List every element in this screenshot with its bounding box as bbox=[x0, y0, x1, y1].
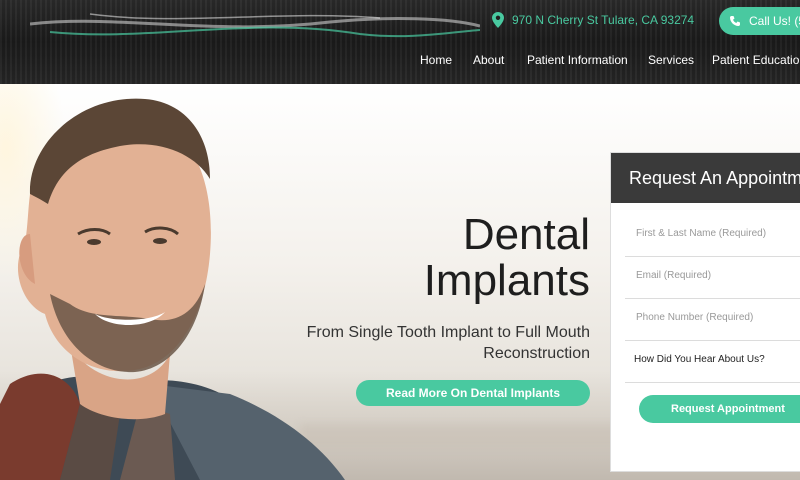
call-button[interactable]: Call Us! (5 bbox=[719, 7, 800, 35]
appointment-form: Request An Appointment First & Last Name… bbox=[610, 152, 800, 472]
address-link[interactable]: 970 N Cherry St Tulare, CA 93274 bbox=[492, 12, 694, 28]
referral-label: How Did You Hear About Us? bbox=[634, 354, 765, 365]
site-header: 970 N Cherry St Tulare, CA 93274 Call Us… bbox=[0, 0, 800, 84]
hero-title-line1: Dental bbox=[462, 210, 590, 259]
request-appointment-button[interactable]: Request Appointment bbox=[639, 395, 800, 423]
referral-select[interactable]: How Did You Hear About Us? bbox=[625, 342, 800, 383]
hero-portrait-image bbox=[0, 84, 345, 480]
form-heading: Request An Appointment bbox=[611, 153, 800, 203]
address-text: 970 N Cherry St Tulare, CA 93274 bbox=[512, 13, 695, 27]
hero-background-blur bbox=[300, 424, 620, 450]
logo-swoosh[interactable] bbox=[30, 6, 480, 40]
nav-services[interactable]: Services bbox=[648, 53, 694, 67]
nav-about[interactable]: About bbox=[473, 53, 504, 67]
nav-home[interactable]: Home bbox=[420, 53, 452, 67]
phone-placeholder: Phone Number (Required) bbox=[636, 312, 754, 323]
name-field[interactable]: First & Last Name (Required) bbox=[625, 216, 800, 257]
hero-title-line2: Implants bbox=[423, 256, 590, 305]
email-placeholder: Email (Required) bbox=[636, 270, 712, 281]
phone-icon bbox=[730, 16, 740, 26]
email-field[interactable]: Email (Required) bbox=[625, 258, 800, 299]
nav-patient-information[interactable]: Patient Information bbox=[527, 53, 628, 67]
hero-subtitle: From Single Tooth Implant to Full Mouth … bbox=[306, 324, 590, 362]
map-pin-icon bbox=[492, 12, 504, 28]
read-more-button[interactable]: Read More On Dental Implants bbox=[356, 380, 590, 406]
phone-field[interactable]: Phone Number (Required) bbox=[625, 300, 800, 341]
name-placeholder: First & Last Name (Required) bbox=[636, 228, 767, 239]
hero-title: Dental Implants bbox=[424, 212, 590, 304]
call-label: Call Us! (5 bbox=[749, 14, 800, 28]
nav-patient-education[interactable]: Patient Education bbox=[712, 53, 800, 67]
main-nav: Home About Patient Information Services … bbox=[0, 53, 800, 71]
